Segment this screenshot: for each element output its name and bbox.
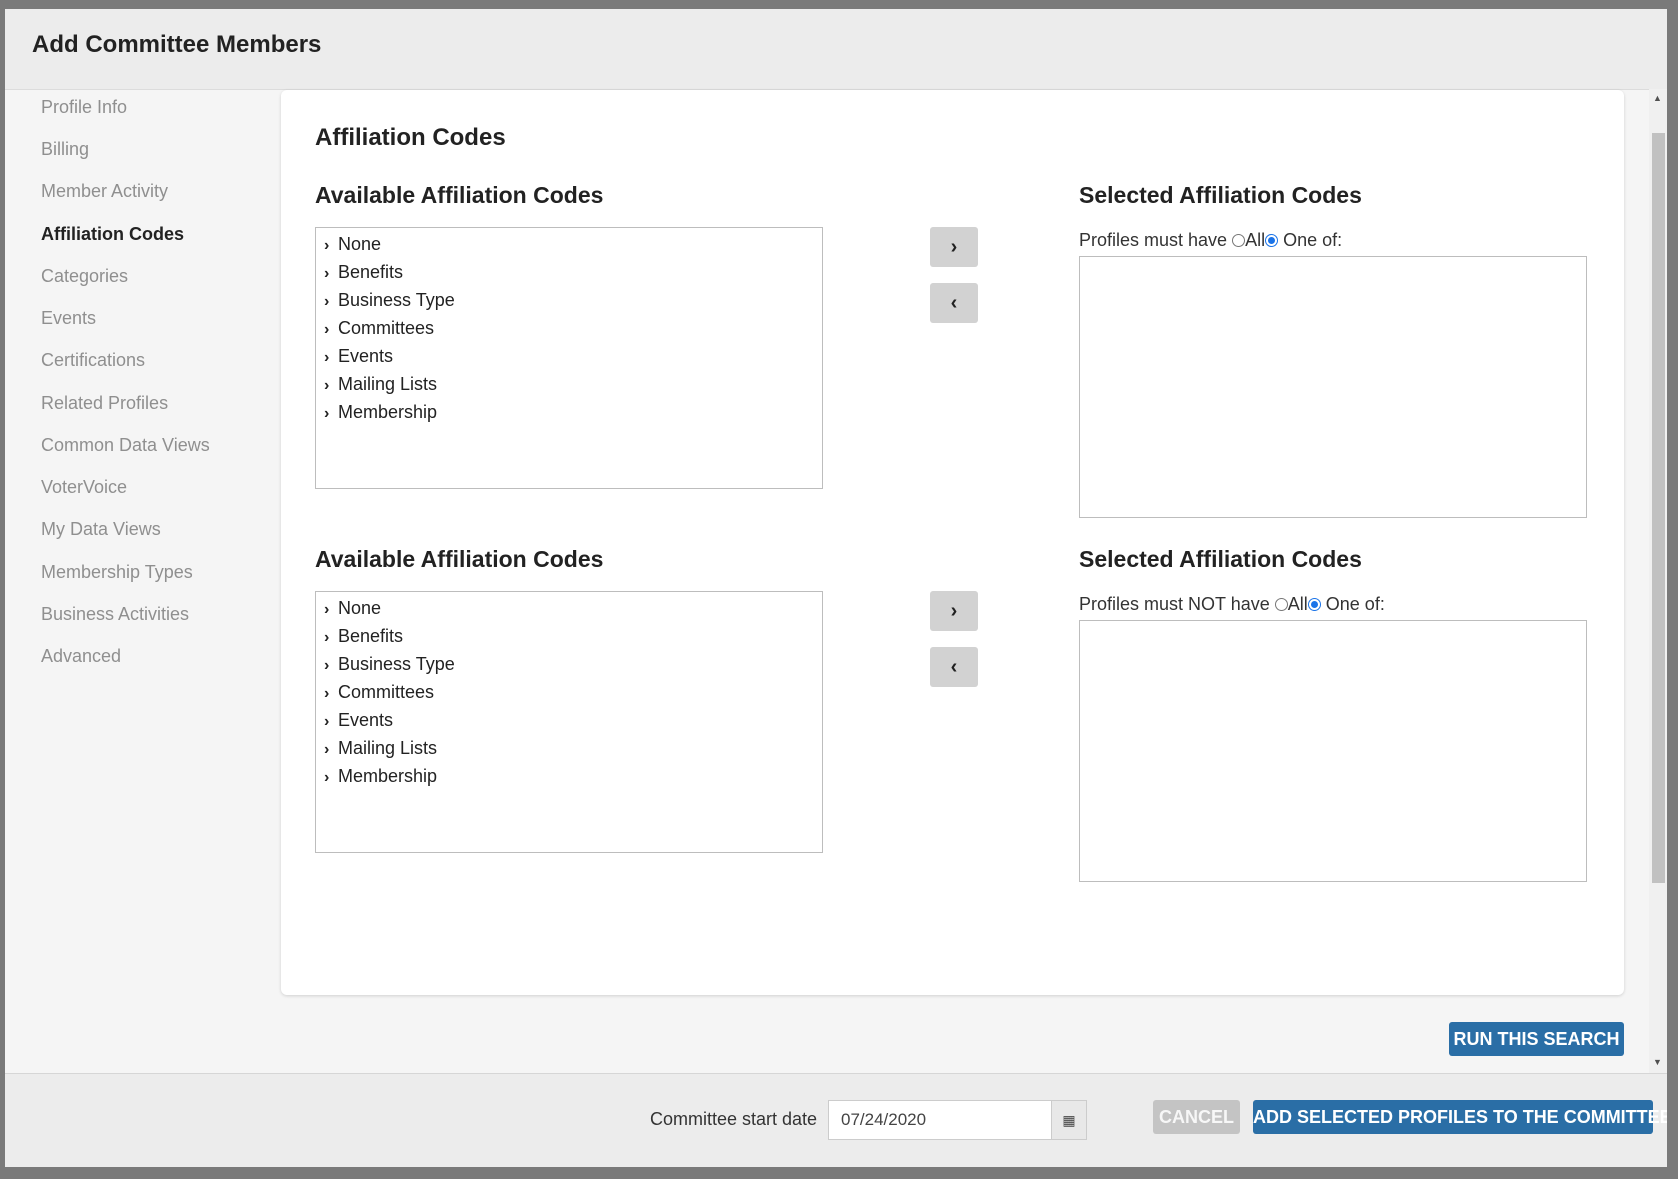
add-selected-profiles-button[interactable]: ADD SELECTED PROFILES TO THE COMMITTEE <box>1253 1100 1667 1134</box>
committee-start-date-input[interactable]: 07/24/2020 <box>828 1100 1052 1140</box>
chevron-right-icon: › <box>324 377 330 394</box>
list-item[interactable]: › Events <box>324 346 393 367</box>
chevron-right-icon: › <box>324 321 330 338</box>
scroll-thumb[interactable] <box>1652 133 1665 883</box>
sidebar-item-member-activity[interactable]: Member Activity <box>41 181 168 202</box>
list-item[interactable]: › Membership <box>324 766 437 787</box>
chevron-right-icon: › <box>324 629 330 646</box>
sidebar-item-events[interactable]: Events <box>41 308 96 329</box>
list-item[interactable]: › Benefits <box>324 262 403 283</box>
move-right-button[interactable]: › <box>930 227 978 267</box>
sidebar-item-my-data-views[interactable]: My Data Views <box>41 519 161 540</box>
selected-codes-title: Selected Affiliation Codes <box>1079 546 1362 572</box>
move-right-button[interactable]: › <box>930 591 978 631</box>
must-have-label: Profiles must have <box>1079 230 1228 250</box>
all-label: All <box>1287 594 1308 614</box>
affiliation-codes-panel: Affiliation Codes Available Affiliation … <box>281 90 1624 995</box>
all-radio[interactable] <box>1232 233 1246 247</box>
list-item[interactable]: › Committees <box>324 318 434 339</box>
chevron-right-icon: › <box>324 657 330 674</box>
modal-scrollbar[interactable]: ▲ ▼ <box>1649 89 1667 1073</box>
available-codes-list[interactable]: › None › Benefits › Business Type › Committe… <box>315 591 823 853</box>
list-item[interactable]: › Events <box>324 710 393 731</box>
chevron-right-icon: › <box>950 236 958 258</box>
selected-codes-list[interactable] <box>1079 256 1587 518</box>
list-item[interactable]: › Benefits <box>324 626 403 647</box>
modal-footer: Committee start date 07/24/2020 ▦ CANCEL… <box>5 1073 1667 1167</box>
list-item[interactable]: › Mailing Lists <box>324 374 437 395</box>
sidebar-item-membership-types[interactable]: Membership Types <box>41 562 193 583</box>
one-of-radio[interactable] <box>1307 597 1321 611</box>
calendar-icon[interactable]: ▦ <box>1052 1100 1087 1140</box>
add-committee-members-modal: Add Committee Members Profile Info Billi… <box>5 9 1667 1167</box>
sidebar-item-categories[interactable]: Categories <box>41 266 128 287</box>
list-item[interactable]: › Membership <box>324 402 437 423</box>
one-of-label: One of: <box>1283 230 1343 250</box>
chevron-right-icon: › <box>324 769 330 786</box>
scroll-up-icon[interactable]: ▲ <box>1653 93 1662 103</box>
chevron-right-icon: › <box>324 713 330 730</box>
sidebar-item-related-profiles[interactable]: Related Profiles <box>41 393 168 414</box>
scroll-down-icon[interactable]: ▼ <box>1653 1057 1662 1067</box>
sidebar-item-business-activities[interactable]: Business Activities <box>41 604 189 625</box>
selected-codes-list[interactable] <box>1079 620 1587 882</box>
sidebar-item-common-data-views[interactable]: Common Data Views <box>41 435 210 456</box>
modal-header: Add Committee Members <box>5 9 1667 90</box>
sidebar-item-votervoice[interactable]: VoterVoice <box>41 477 127 498</box>
chevron-left-icon: ‹ <box>950 292 958 314</box>
committee-start-date-label: Committee start date <box>650 1109 818 1129</box>
chevron-left-icon: ‹ <box>950 656 958 678</box>
chevron-right-icon: › <box>324 237 330 254</box>
move-left-button[interactable]: ‹ <box>930 283 978 323</box>
all-radio[interactable] <box>1274 597 1288 611</box>
one-of-label: One of: <box>1325 594 1385 614</box>
chevron-right-icon: › <box>324 349 330 366</box>
chevron-right-icon: › <box>324 293 330 310</box>
one-of-radio[interactable] <box>1265 233 1279 247</box>
cancel-button[interactable]: CANCEL <box>1153 1100 1240 1134</box>
modal-title: Add Committee Members <box>32 31 322 58</box>
selected-codes-title: Selected Affiliation Codes <box>1079 182 1362 208</box>
chevron-right-icon: › <box>324 601 330 618</box>
chevron-right-icon: › <box>324 405 330 422</box>
must-not-have-row: Profiles must NOT have All One of: <box>1079 594 1385 615</box>
move-left-button[interactable]: ‹ <box>930 647 978 687</box>
list-item[interactable]: › Business Type <box>324 654 455 675</box>
list-item[interactable]: › Mailing Lists <box>324 738 437 759</box>
list-item[interactable]: › None <box>324 598 381 619</box>
all-label: All <box>1245 230 1266 250</box>
chevron-right-icon: › <box>950 600 958 622</box>
sidebar-item-certifications[interactable]: Certifications <box>41 350 145 371</box>
available-codes-title: Available Affiliation Codes <box>315 546 604 572</box>
sidebar-item-advanced[interactable]: Advanced <box>41 646 121 667</box>
chevron-right-icon: › <box>324 265 330 282</box>
panel-title: Affiliation Codes <box>315 124 506 151</box>
list-item[interactable]: › Business Type <box>324 290 455 311</box>
sidebar-item-billing[interactable]: Billing <box>41 139 89 160</box>
list-item[interactable]: › Committees <box>324 682 434 703</box>
must-have-row: Profiles must have All One of: <box>1079 230 1342 251</box>
chevron-right-icon: › <box>324 741 330 758</box>
must-not-have-label: Profiles must NOT have <box>1079 594 1270 614</box>
sidebar-item-affiliation-codes[interactable]: Affiliation Codes <box>41 224 184 245</box>
list-item[interactable]: › None <box>324 234 381 255</box>
available-codes-title: Available Affiliation Codes <box>315 182 604 208</box>
chevron-right-icon: › <box>324 685 330 702</box>
sidebar-item-profile-info[interactable]: Profile Info <box>41 97 127 118</box>
available-codes-list[interactable]: › None › Benefits › Business Type › Committe… <box>315 227 823 489</box>
run-search-button[interactable]: RUN THIS SEARCH <box>1449 1022 1624 1056</box>
